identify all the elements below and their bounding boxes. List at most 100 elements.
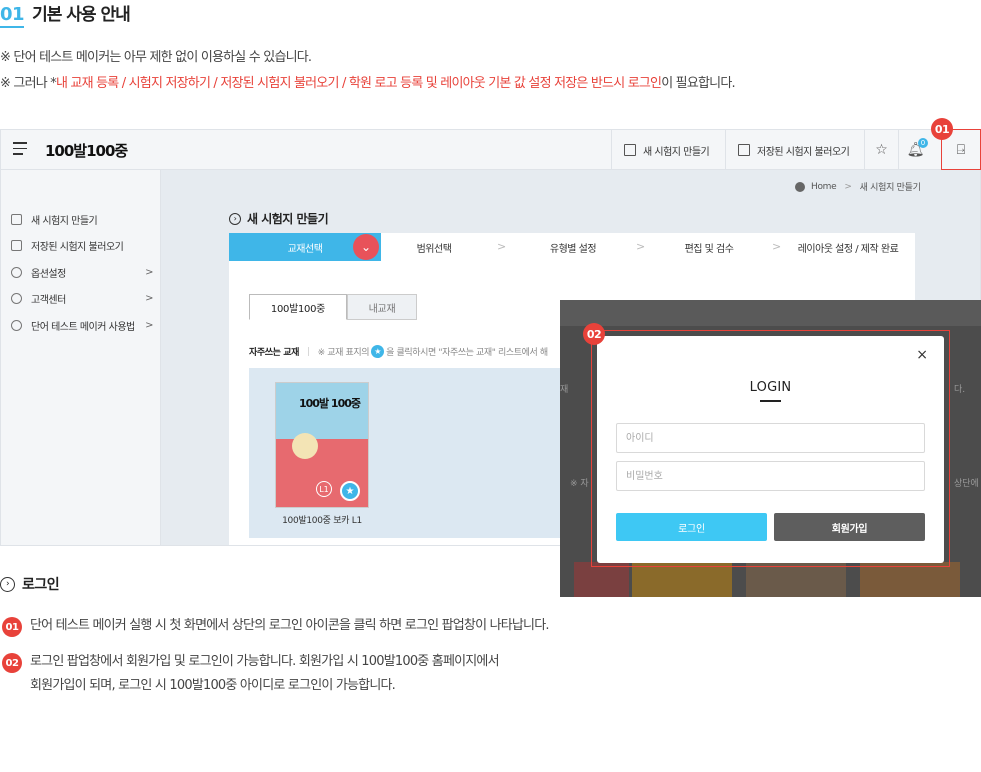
lightbulb-illustration bbox=[292, 433, 318, 459]
chevron-right-icon: > bbox=[145, 267, 153, 278]
sidebar: 새 시험지 만들기 저장된 시험지 불러오기 옵션설정 > 고객센터 > 단어 … bbox=[1, 170, 161, 545]
note-line-2-suffix: 이 필요합니다. bbox=[661, 76, 735, 91]
circle-arrow-icon: › bbox=[229, 212, 241, 225]
user-id-field[interactable] bbox=[616, 423, 925, 453]
sidebar-item-label: 새 시험지 만들기 bbox=[31, 216, 98, 227]
step-label: 레이아웃 설정 / 제작 완료 bbox=[797, 243, 899, 255]
home-icon[interactable] bbox=[795, 181, 805, 192]
title-underline bbox=[760, 400, 781, 402]
callout-badge-01: 01 bbox=[931, 118, 953, 140]
breadcrumb-separator: > bbox=[844, 181, 852, 192]
new-test-button[interactable]: 새 시험지 만들기 bbox=[611, 130, 725, 170]
callout-badge-02: 02 bbox=[583, 323, 605, 345]
favorites-hint-a: ※ 교재 표지의 bbox=[317, 348, 370, 358]
login-button[interactable]: 로그인 bbox=[616, 513, 767, 541]
dimmed-text: 다. bbox=[954, 385, 966, 395]
dimmed-book bbox=[746, 562, 846, 597]
new-doc-icon bbox=[624, 144, 636, 156]
sidebar-item-options[interactable]: 옵션설정 > bbox=[11, 265, 153, 280]
login-icon[interactable]: ⍈ bbox=[957, 142, 965, 158]
step-progress-bar: 교재선택 ⌄ 범위선택 > 유형별 설정 > 편집 및 검수 > 레이아웃 설정… bbox=[229, 233, 915, 261]
star-icon[interactable]: ☆ bbox=[864, 130, 898, 170]
book-shelf: 100발 100중 L1 ★ 100발100중 보카 L1 bbox=[249, 368, 569, 538]
sidebar-item-label: 고객센터 bbox=[31, 295, 66, 306]
chevron-right-icon: > bbox=[145, 320, 153, 331]
page-title: › 새 시험지 만들기 bbox=[229, 210, 329, 227]
sidebar-item-new-test[interactable]: 새 시험지 만들기 bbox=[11, 212, 153, 227]
tab-my-books[interactable]: 내교재 bbox=[347, 294, 417, 320]
dimmed-bar bbox=[560, 300, 981, 326]
sidebar-item-label: 단어 테스트 메이커 사용법 bbox=[31, 322, 135, 333]
sidebar-item-howto[interactable]: 단어 테스트 메이커 사용법 > bbox=[11, 318, 153, 333]
load-saved-button-label: 저장된 시험지 불러오기 bbox=[757, 146, 850, 158]
book-cover-top bbox=[276, 383, 368, 439]
book-cover[interactable]: 100발 100중 L1 ★ bbox=[275, 382, 369, 508]
step-range-select[interactable]: 범위선택 bbox=[381, 233, 487, 261]
load-saved-button[interactable]: 저장된 시험지 불러오기 bbox=[725, 130, 863, 170]
description-line: 단어 테스트 메이커 실행 시 첫 화면에서 상단의 로그인 아이콘을 클릭 하… bbox=[30, 618, 550, 633]
step-label: 범위선택 bbox=[416, 243, 452, 255]
favorites-row: 자주쓰는 교재 | ※ 교재 표지의 ★ 을 클릭하시면 "자주쓰는 교재" 리… bbox=[249, 345, 548, 358]
guide-header: 01 기본 사용 안내 bbox=[0, 0, 131, 28]
dimmed-book bbox=[860, 562, 960, 597]
app-logo[interactable]: 100발100중 bbox=[45, 140, 128, 161]
circle-arrow-icon: › bbox=[0, 576, 15, 592]
page-title-text: 새 시험지 만들기 bbox=[247, 212, 329, 226]
note-line-2: ※ 그러나 *내 교재 등록 / 시험지 저장하기 / 저장된 시험지 불러오기… bbox=[0, 72, 736, 91]
favorites-label: 자주쓰는 교재 bbox=[249, 348, 300, 358]
modal-title: LOGIN bbox=[749, 380, 792, 395]
dimmed-book bbox=[574, 562, 629, 597]
sidebar-item-label: 옵션설정 bbox=[31, 269, 66, 280]
dimmed-text: 상단에 bbox=[954, 479, 979, 489]
favorite-star-icon[interactable]: ★ bbox=[340, 481, 360, 501]
step-type-settings[interactable]: 유형별 설정 bbox=[507, 233, 639, 261]
step-separator: > bbox=[772, 240, 782, 253]
chat-icon bbox=[11, 293, 22, 304]
step-number-badge: 01 bbox=[2, 617, 22, 637]
step-edit-review[interactable]: 편집 및 검수 bbox=[647, 233, 771, 261]
step-layout-finish[interactable]: 레이아웃 설정 / 제작 완료 bbox=[781, 233, 915, 261]
step-separator: > bbox=[636, 240, 646, 253]
step-label: 교재선택 bbox=[287, 243, 323, 255]
breadcrumb-home[interactable]: Home bbox=[811, 182, 837, 192]
chevron-down-icon: ⌄ bbox=[353, 234, 379, 260]
help-icon bbox=[11, 320, 22, 331]
gear-icon bbox=[11, 267, 22, 278]
new-doc-icon bbox=[11, 214, 22, 225]
description-line: 회원가입이 되며, 로그인 시 100발100중 아이디로 로그인이 가능합니다… bbox=[30, 678, 396, 693]
login-popup-overlay: 재 ※ 자 다. 상단에 × LOGIN 로그인 회원가입 bbox=[560, 300, 981, 597]
bell-icon[interactable]: 🔔︎ 0 bbox=[898, 130, 932, 170]
star-badge-icon: ★ bbox=[371, 345, 385, 358]
step-number-badge: 02 bbox=[2, 653, 22, 673]
sidebar-item-load-saved[interactable]: 저장된 시험지 불러오기 bbox=[11, 238, 153, 253]
note-line-2-prefix: ※ 그러나 * bbox=[0, 76, 57, 91]
book-tabs: 100발100중 내교재 bbox=[249, 294, 417, 320]
note-line-1: ※ 단어 테스트 메이커는 아무 제한 없이 이용하실 수 있습니다. bbox=[0, 50, 312, 65]
dimmed-book bbox=[632, 562, 732, 597]
login-modal: × LOGIN 로그인 회원가입 bbox=[597, 336, 944, 563]
tab-100bal[interactable]: 100발100중 bbox=[249, 294, 347, 320]
sidebar-item-support[interactable]: 고객센터 > bbox=[11, 291, 153, 306]
app-topbar: 100발100중 새 시험지 만들기 저장된 시험지 불러오기 ☆ 🔔︎ 0 bbox=[1, 130, 980, 170]
note-line-2-highlight: 내 교재 등록 / 시험지 저장하기 / 저장된 시험지 불러오기 / 학원 로… bbox=[55, 76, 662, 91]
close-icon[interactable]: × bbox=[916, 348, 928, 362]
dimmed-text: ※ 자 bbox=[570, 479, 589, 489]
book-level: L1 bbox=[316, 481, 332, 497]
description-item: 로그인 팝업창에서 회원가입 및 로그인이 가능합니다. 회원가입 시 100발… bbox=[30, 650, 500, 698]
favorites-hint-b: 을 클릭하시면 "자주쓰는 교재" 리스트에서 해 bbox=[386, 348, 548, 358]
notification-badge: 0 bbox=[918, 138, 928, 148]
dimmed-text: 재 bbox=[560, 385, 569, 395]
sidebar-item-label: 저장된 시험지 불러오기 bbox=[31, 242, 124, 253]
hamburger-menu-icon[interactable] bbox=[13, 142, 27, 156]
new-test-button-label: 새 시험지 만들기 bbox=[643, 146, 710, 158]
signup-button[interactable]: 회원가입 bbox=[774, 513, 925, 541]
password-field[interactable] bbox=[616, 461, 925, 491]
breadcrumb-current: 새 시험지 만들기 bbox=[859, 183, 921, 193]
chevron-right-icon: > bbox=[145, 293, 153, 304]
step-label: 유형별 설정 bbox=[549, 243, 597, 255]
section-title-text: 로그인 bbox=[22, 577, 60, 593]
divider: | bbox=[307, 346, 310, 357]
book-cover-title: 100발 100중 bbox=[299, 397, 361, 410]
load-icon bbox=[738, 144, 750, 156]
description-line: 로그인 팝업창에서 회원가입 및 로그인이 가능합니다. 회원가입 시 100발… bbox=[30, 654, 500, 669]
